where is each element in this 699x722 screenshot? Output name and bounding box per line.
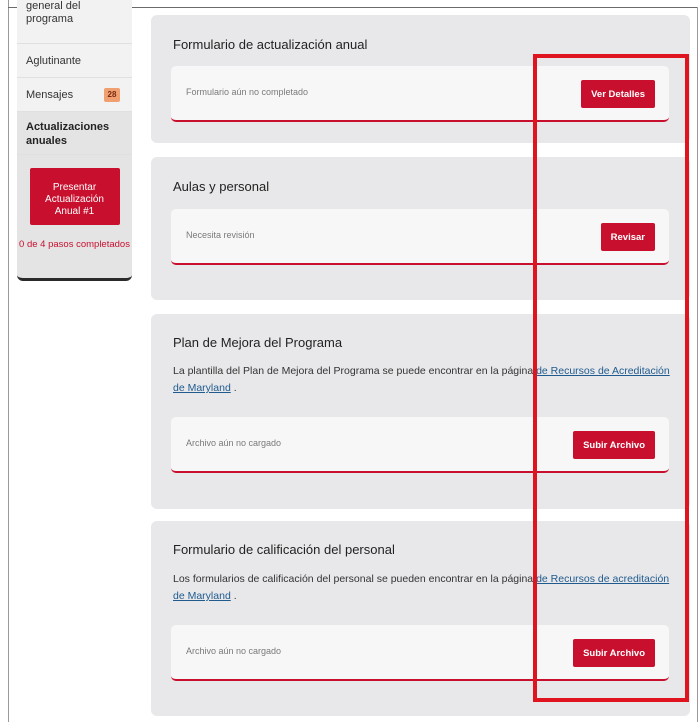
- file-upload-row: Archivo aún no cargado Subir Archivo: [171, 625, 669, 681]
- card-description: La plantilla del Plan de Mejora del Prog…: [173, 363, 673, 397]
- upload-file-button[interactable]: Subir Archivo: [573, 431, 655, 459]
- steps-progress-text: 0 de 4 pasos completados: [19, 239, 130, 250]
- annual-update-form-card: Formulario de actualización anual Formul…: [151, 15, 690, 143]
- description-end: .: [230, 382, 237, 394]
- file-upload-row: Archivo aún no cargado Subir Archivo: [171, 417, 669, 473]
- sidebar-item-label: Mensajes: [26, 89, 74, 101]
- card-title: Formulario de calificación del personal: [173, 542, 395, 557]
- description-text: La plantilla del Plan de Mejora del Prog…: [173, 365, 537, 377]
- view-details-button[interactable]: Ver Detalles: [581, 80, 655, 108]
- sidebar-item-label: general del: [26, 0, 81, 12]
- staff-qualification-card: Formulario de calificación del personal …: [151, 521, 690, 716]
- program-improvement-plan-card: Plan de Mejora del Programa La plantilla…: [151, 314, 690, 509]
- status-text: Necesita revisión: [186, 230, 255, 240]
- sidebar-item-label: Aglutinante: [26, 55, 82, 67]
- card-title: Formulario de actualización anual: [173, 37, 368, 52]
- status-text: Formulario aún no completado: [186, 87, 309, 97]
- sidebar-item-label: Actualizaciones anuales: [26, 121, 110, 147]
- card-title: Aulas y personal: [173, 179, 270, 194]
- card-description: Los formularios de calificación del pers…: [173, 571, 673, 605]
- upload-file-button[interactable]: Subir Archivo: [573, 639, 655, 667]
- description-end: .: [230, 590, 237, 602]
- form-status-row: Formulario aún no completado Ver Detalle…: [171, 66, 669, 122]
- card-title: Plan de Mejora del Programa: [173, 335, 343, 350]
- review-status-row: Necesita revisión Revisar: [171, 209, 669, 265]
- annual-update-panel: Presentar Actualización Anual #1 0 de 4 …: [17, 155, 132, 281]
- sidebar-item-aglutinante[interactable]: Aglutinante: [17, 44, 132, 78]
- sidebar-item-general-overview[interactable]: general del programa: [17, 0, 132, 44]
- status-text: Archivo aún no cargado: [186, 646, 282, 656]
- description-text: Los formularios de calificación del pers…: [173, 573, 537, 585]
- classrooms-staff-card: Aulas y personal Necesita revisión Revis…: [151, 157, 690, 300]
- sidebar-item-annual-updates[interactable]: Actualizaciones anuales: [17, 112, 132, 155]
- review-button[interactable]: Revisar: [600, 223, 655, 251]
- sidebar-item-mensajes[interactable]: Mensajes 28: [17, 78, 132, 112]
- unread-count-badge: 28: [104, 88, 120, 102]
- status-text: Archivo aún no cargado: [186, 438, 282, 448]
- window-right-border: [697, 7, 698, 722]
- submit-annual-update-button[interactable]: Presentar Actualización Anual #1: [29, 168, 120, 225]
- sidebar: general del programa Aglutinante Mensaje…: [17, 0, 132, 281]
- sidebar-item-label: programa: [26, 13, 74, 25]
- window-left-border: [8, 0, 9, 722]
